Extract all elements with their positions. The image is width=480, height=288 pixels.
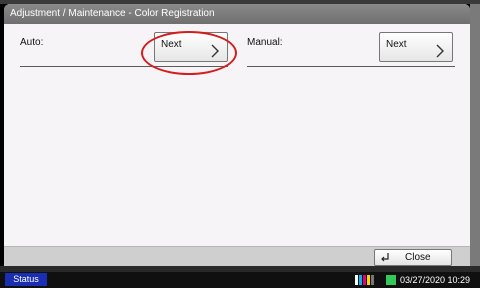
manual-label: Manual: bbox=[247, 37, 283, 48]
chevron-right-icon bbox=[436, 44, 444, 58]
manual-divider bbox=[247, 66, 455, 67]
main-panel: Adjustment / Maintenance - Color Registr… bbox=[4, 4, 470, 266]
status-datetime: 03/27/2020 10:29 bbox=[400, 275, 471, 285]
highlight-annotation bbox=[141, 31, 237, 75]
network-status-icon bbox=[386, 275, 396, 285]
manual-next-label: Next bbox=[386, 39, 407, 50]
close-button[interactable]: Close bbox=[374, 249, 452, 266]
close-label: Close bbox=[405, 252, 431, 263]
toner-level-icon bbox=[355, 275, 374, 285]
window-title: Adjustment / Maintenance - Color Registr… bbox=[4, 4, 470, 24]
manual-next-button[interactable]: Next bbox=[379, 32, 453, 62]
status-bar: Status 03/27/2020 10:29 bbox=[0, 272, 480, 288]
footer-bar: Close bbox=[4, 246, 470, 266]
status-button[interactable]: Status bbox=[5, 273, 47, 286]
return-arrow-icon bbox=[381, 253, 389, 262]
right-bezel bbox=[470, 4, 480, 266]
auto-label: Auto: bbox=[20, 37, 44, 48]
